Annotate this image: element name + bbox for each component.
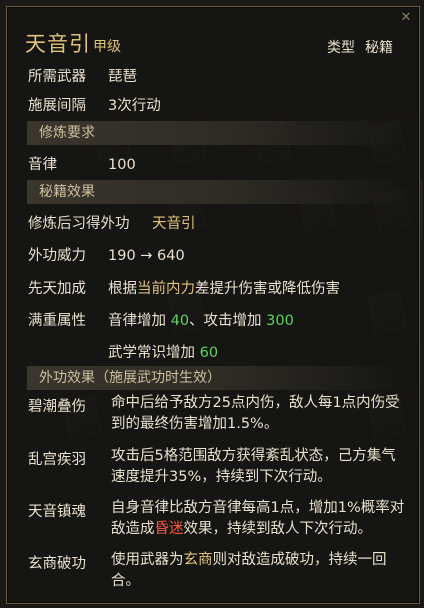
requirement-row: 音律 100 xyxy=(28,153,136,174)
effect-line: 合。 xyxy=(111,573,140,589)
item-title: 天音引 xyxy=(25,32,91,56)
effect-line: 自身音律比敌方音律每高1点，增加1%概率对 xyxy=(111,500,405,516)
effect-text: 效果，持续到敌人下次行动。 xyxy=(183,521,373,537)
item-grade: 甲级 xyxy=(93,39,121,55)
full-stat-label: 满重属性 xyxy=(28,313,86,329)
close-icon[interactable]: ✕ xyxy=(399,11,413,25)
effect-name: 碧潮叠伤 xyxy=(28,399,86,415)
requirement-label: 音律 xyxy=(28,157,57,173)
effect-description: 命中后给予敌方25点内伤，敌人每1点内伤受 到的最终伤害增加1.5%。 xyxy=(111,393,411,435)
item-tooltip-panel: ✕ 天音引 甲级 类型 秘籍 所需武器 琵琶 施展间隔 3次行动 修炼要求 音律 100 … xyxy=(6,6,420,604)
effect-name: 乱宫疾羽 xyxy=(28,452,86,468)
effect-name: 天音镇魂 xyxy=(28,504,86,520)
effect-line: 命中后给予敌方25点内伤，敌人每1点内伤受 xyxy=(111,395,400,411)
learned-skill-value: 天音引 xyxy=(152,216,196,232)
innate-bonus-text: 根据 xyxy=(108,281,137,297)
effect-description: 自身音律比敌方音律每高1点，增加1%概率对 敌造成昏迷效果，持续到敌人下次行动。 xyxy=(111,498,411,540)
effect-line: 使用武器为玄商则对敌造成破功，持续一回 xyxy=(111,550,411,571)
full-stat-music-value: 40 xyxy=(170,313,190,329)
effect-highlight: 玄商 xyxy=(183,552,213,568)
learned-skill-label: 修炼后习得外功 xyxy=(28,216,130,232)
requirement-value: 100 xyxy=(108,157,136,173)
item-type: 类型 秘籍 xyxy=(327,37,393,57)
required-weapon-row: 所需武器 琵琶 xyxy=(28,65,137,86)
innate-bonus-text-end: 差提升伤害或降低伤害 xyxy=(195,281,340,297)
effect-description: 攻击后5格范围敌方获得紊乱状态，己方集气 速度提升35%，持续到下次行动。 xyxy=(111,446,411,488)
required-weapon-value: 琵琶 xyxy=(108,69,137,85)
effect-highlight: 昏迷 xyxy=(154,521,184,537)
manual-effect-header: 秘籍效果 xyxy=(27,180,403,204)
skill-power-value: 190 → 640 xyxy=(108,248,185,264)
effect-line: 敌造成昏迷效果，持续到敌人下次行动。 xyxy=(111,519,411,540)
type-value: 秘籍 xyxy=(365,40,393,56)
innate-bonus-label: 先天加成 xyxy=(28,281,86,297)
required-weapon-label: 所需武器 xyxy=(28,69,86,85)
effect-description: 使用武器为玄商则对敌造成破功，持续一回 合。 xyxy=(111,550,411,592)
effect-text: 敌造成 xyxy=(111,521,155,537)
practice-requirements-header: 修炼要求 xyxy=(27,121,403,145)
effect-text: 则对敌造成破功，持续一回 xyxy=(212,552,387,568)
innate-bonus-row: 先天加成 根据当前内力差提升伤害或降低伤害 xyxy=(28,277,340,298)
full-stat-row: 满重属性 音律增加 40、攻击增加 300 xyxy=(28,309,294,330)
effect-name: 玄商破功 xyxy=(28,556,86,572)
full-stat-music: 音律增加 xyxy=(108,313,171,329)
external-effect-header: 外功效果（施展武功时生效） xyxy=(27,366,403,390)
cast-interval-value: 3次行动 xyxy=(108,98,161,114)
full-stat-row-2: 武学常识增加 60 xyxy=(108,341,218,362)
full-stat-knowledge: 武学常识增加 xyxy=(108,345,200,361)
effect-line: 攻击后5格范围敌方获得紊乱状态，己方集气 xyxy=(111,448,396,464)
effect-text: 使用武器为 xyxy=(111,552,184,568)
effect-line: 到的最终伤害增加1.5%。 xyxy=(111,416,279,432)
innate-bonus-highlight: 当前内力 xyxy=(137,281,195,297)
full-stat-knowledge-value: 60 xyxy=(199,345,219,361)
skill-power-label: 外功威力 xyxy=(28,248,86,264)
type-label: 类型 xyxy=(327,40,355,56)
cast-interval-label: 施展间隔 xyxy=(28,98,86,114)
effect-line: 速度提升35%，持续到下次行动。 xyxy=(111,469,332,485)
skill-power-row: 外功威力 190 → 640 xyxy=(28,244,185,265)
item-title-row: 天音引 甲级 xyxy=(25,28,121,58)
full-stat-attack-value: 300 xyxy=(266,313,294,329)
learned-skill-row: 修炼后习得外功 天音引 xyxy=(28,212,196,233)
cast-interval-row: 施展间隔 3次行动 xyxy=(28,94,161,115)
full-stat-attack: 、攻击增加 xyxy=(189,313,267,329)
